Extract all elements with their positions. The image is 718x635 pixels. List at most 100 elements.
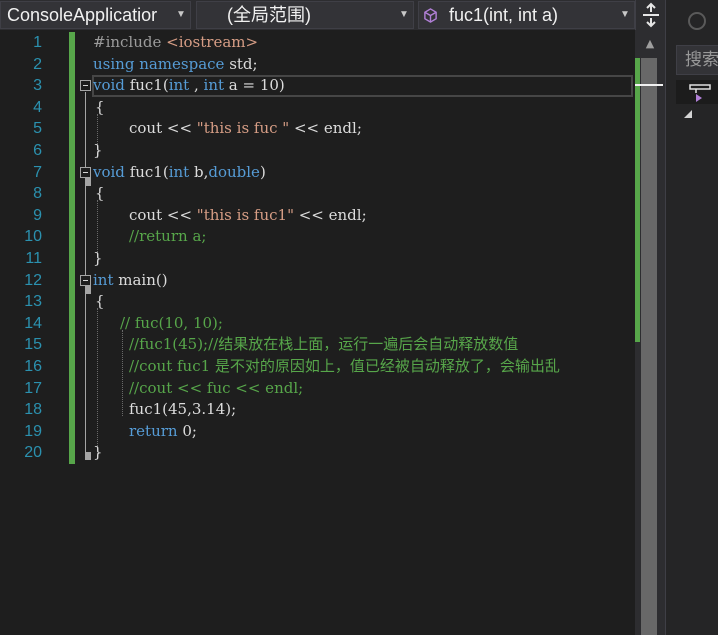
code-line: 1 #include <iostream>	[0, 32, 635, 54]
code-line: 12 int main()	[0, 269, 635, 292]
scroll-up-icon[interactable]: ▲	[635, 32, 665, 56]
code-text: cout << "this is fuc1" << endl;	[129, 205, 367, 224]
change-marker	[69, 96, 75, 119]
line-number: 5	[33, 120, 42, 138]
change-marker	[69, 442, 75, 464]
chevron-down-icon: ▼	[399, 9, 409, 20]
project-dropdown-label: ConsoleApplicatior	[7, 5, 158, 25]
change-marker	[69, 312, 75, 335]
code-line: 9 cout << "this is fuc1" << endl;	[0, 204, 635, 227]
scrollbar-thumb[interactable]	[641, 58, 657, 635]
change-marker	[69, 420, 75, 443]
line-number: 7	[33, 163, 42, 181]
navigation-bar: ConsoleApplicatior ▼ (全局范围) ▼ fuc1(int, …	[0, 0, 635, 30]
chevron-down-icon: ▼	[176, 9, 186, 20]
change-marker	[69, 399, 75, 421]
code-text: //return a;	[129, 227, 207, 246]
code-text: }	[93, 249, 103, 267]
code-text: #include <iostream>	[93, 33, 259, 51]
line-number: 17	[24, 379, 42, 397]
code-line: 17 //cout << fuc << endl;	[0, 377, 635, 400]
code-line: 7 void fuc1(int b,double)	[0, 161, 635, 184]
line-number: 1	[33, 34, 42, 51]
change-marker	[69, 75, 75, 97]
code-line: 2 using namespace std;	[0, 53, 635, 76]
change-marker	[69, 204, 75, 227]
change-marker	[69, 53, 75, 76]
line-number: 18	[24, 401, 42, 419]
line-number: 20	[24, 444, 42, 462]
cube-member-icon	[424, 8, 437, 23]
code-text: using namespace std;	[93, 54, 258, 73]
code-text: }	[93, 443, 103, 462]
line-number: 8	[33, 185, 42, 203]
code-line: 13 {	[0, 291, 635, 313]
expand-triangle-icon[interactable]	[684, 110, 692, 118]
code-line: 5 cout << "this is fuc " << endl;	[0, 118, 635, 140]
member-dropdown-label: fuc1(int, int a)	[449, 5, 559, 25]
code-text: cout << "this is fuc " << endl;	[129, 119, 362, 138]
split-window-button[interactable]	[635, 0, 665, 30]
code-text: {	[95, 97, 105, 116]
change-marker	[69, 183, 75, 205]
line-number: 6	[33, 142, 42, 159]
code-text: //cout << fuc << endl;	[129, 378, 304, 397]
line-number: 14	[24, 314, 42, 332]
change-marker	[69, 248, 75, 270]
code-line: 10 //return a;	[0, 226, 635, 248]
code-line: 19 return 0;	[0, 420, 635, 443]
code-line: 20 }	[0, 442, 635, 464]
line-number: 9	[33, 206, 42, 224]
caret-position-marker	[635, 84, 663, 86]
solution-explorer-pane: 搜索	[665, 0, 718, 635]
code-line: 18 fuc1(45,3.14);	[0, 399, 635, 421]
vertical-scrollbar[interactable]: ▲	[635, 30, 665, 635]
code-text: {	[95, 292, 105, 311]
line-number: 13	[24, 293, 42, 311]
code-text: // fuc(10, 10);	[120, 313, 223, 332]
line-number: 4	[33, 98, 42, 116]
code-text: void fuc1(int , int a = 10)	[93, 76, 285, 95]
collapse-toggle[interactable]	[80, 80, 91, 92]
search-input[interactable]: 搜索	[676, 45, 718, 75]
code-line: 16 //cout fuc1 是不对的原因如上，值已经被自动释放了，会输出乱	[0, 356, 635, 378]
line-number: 2	[33, 55, 42, 73]
change-marker	[69, 334, 75, 356]
line-number: 16	[24, 358, 42, 375]
code-line: 6 }	[0, 140, 635, 162]
chevron-down-icon: ▼	[620, 9, 630, 20]
collapse-toggle[interactable]	[80, 274, 91, 286]
code-line: 15 //fuc1(45);//结果放在栈上面，运行一遍后会自动释放数值	[0, 334, 635, 356]
project-dropdown[interactable]: ConsoleApplicatior ▼	[0, 1, 191, 29]
change-marker	[69, 269, 75, 292]
code-line: 14 // fuc(10, 10);	[0, 312, 635, 335]
change-marker	[69, 32, 75, 54]
line-number: 12	[24, 271, 42, 289]
project-node-icon	[689, 84, 711, 102]
code-editor[interactable]: 1 #include <iostream> 2 using namespace …	[0, 30, 635, 635]
line-number: 11	[25, 250, 42, 267]
line-number: 15	[24, 336, 42, 354]
change-marker	[69, 140, 75, 162]
code-line: 11 }	[0, 248, 635, 270]
line-number: 10	[24, 228, 42, 246]
code-line: 8 {	[0, 183, 635, 205]
split-window-icon	[643, 2, 659, 28]
circle-back-icon[interactable]	[688, 12, 706, 30]
code-text: fuc1(45,3.14);	[129, 400, 237, 419]
change-marker	[69, 118, 75, 140]
code-text: //cout fuc1 是不对的原因如上，值已经被自动释放了，会输出乱	[129, 357, 560, 375]
code-text: //fuc1(45);//结果放在栈上面，运行一遍后会自动释放数值	[129, 335, 519, 354]
code-text: }	[93, 141, 103, 159]
collapse-toggle[interactable]	[80, 166, 91, 178]
code-line: 4 {	[0, 96, 635, 119]
change-marker	[69, 226, 75, 248]
code-text: {	[95, 184, 105, 203]
change-marker	[69, 377, 75, 400]
scope-dropdown-label: (全局范围)	[227, 5, 311, 25]
scope-dropdown[interactable]: (全局范围) ▼	[196, 1, 414, 29]
member-dropdown[interactable]: fuc1(int, int a) ▼	[418, 1, 635, 29]
change-marker	[69, 356, 75, 378]
change-marker	[69, 161, 75, 184]
line-number: 19	[24, 422, 42, 440]
